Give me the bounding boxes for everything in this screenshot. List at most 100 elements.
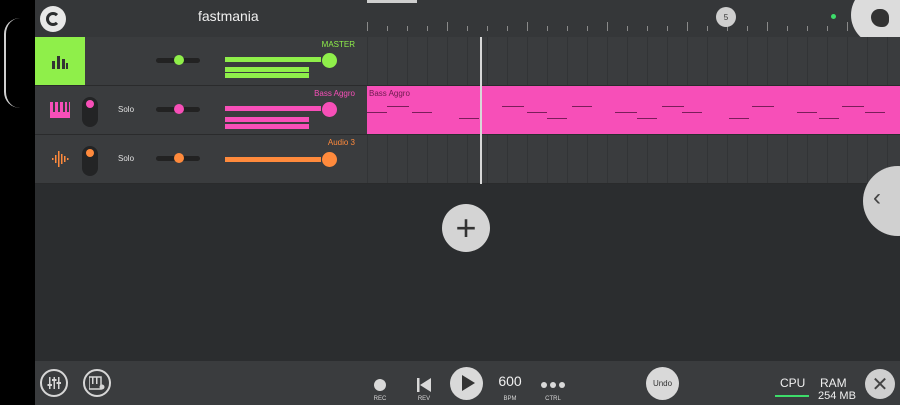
ruler-tick (707, 26, 708, 31)
volume-slider-audio-3[interactable] (225, 149, 337, 179)
track-bass-aggro[interactable]: Solo Bass Aggro (35, 86, 367, 135)
volume-knob[interactable] (322, 102, 337, 117)
plus-icon: + (455, 207, 477, 248)
bpm-control[interactable]: 600 BPM (490, 365, 530, 403)
play-button[interactable] (450, 367, 483, 400)
ruler-tick (547, 26, 548, 31)
note-segment (387, 106, 409, 107)
ruler-tick (647, 26, 648, 31)
ruler-tick (607, 22, 608, 31)
ruler-tick (567, 26, 568, 31)
skip-back-icon (417, 378, 431, 392)
ruler-tick (407, 26, 408, 31)
volume-bar (225, 106, 321, 111)
project-title[interactable]: fastmania (198, 8, 259, 24)
close-icon: ✕ (871, 373, 889, 396)
pattern-clip[interactable]: Bass Aggro (367, 86, 900, 134)
playhead[interactable] (480, 37, 482, 184)
pan-slider-audio-3[interactable] (156, 153, 200, 163)
track-icon-audio-3[interactable] (35, 135, 85, 183)
track-icon-master[interactable] (35, 37, 85, 85)
track-icon-bass-aggro[interactable] (35, 86, 85, 134)
volume-slider-bass-aggro[interactable] (225, 100, 337, 130)
pan-knob[interactable] (174, 55, 184, 65)
ruler-tick (847, 22, 848, 31)
note-segment (502, 106, 524, 107)
ctrl-button[interactable]: CTRL (533, 365, 573, 403)
note-segment (752, 106, 774, 107)
ruler-tick (827, 26, 828, 31)
ruler-tick (447, 22, 448, 31)
lane-master[interactable] (367, 37, 900, 86)
add-track-button[interactable]: + (442, 204, 490, 252)
ruler-tick (687, 22, 688, 31)
note-segment (637, 118, 657, 119)
instrument-settings-button[interactable] (83, 369, 111, 397)
timeline-ruler[interactable] (367, 0, 900, 37)
note-segment (729, 118, 749, 119)
ruler-tick (587, 26, 588, 31)
sync-indicator (831, 14, 836, 19)
app-menu-button[interactable] (40, 6, 66, 32)
record-icon (374, 379, 386, 391)
track-master[interactable]: MASTER (35, 37, 367, 86)
note-segment (572, 106, 592, 107)
volume-knob[interactable] (322, 152, 337, 167)
ruler-tick (367, 22, 368, 31)
track-name[interactable]: Audio 3 (328, 138, 355, 147)
rewind-button[interactable]: REV (404, 365, 444, 403)
track-name[interactable]: Bass Aggro (314, 89, 355, 98)
mute-toggle[interactable] (82, 97, 98, 127)
level-meter (225, 67, 309, 72)
solo-button[interactable]: Solo (118, 154, 134, 163)
cpu-label: CPU (780, 376, 806, 390)
mute-toggle[interactable] (82, 146, 98, 176)
level-meter (225, 124, 309, 129)
pan-knob[interactable] (174, 153, 184, 163)
pan-knob[interactable] (174, 104, 184, 114)
piano-keys-icon (50, 102, 70, 118)
piano-gear-icon (89, 376, 105, 390)
mixer-bars-icon (52, 56, 68, 69)
bpm-value: 600 (498, 373, 522, 389)
ruler-tick (427, 26, 428, 31)
transport-bar: REC REV 600 BPM CTRL Undo CPU RAM 254 MB (35, 361, 900, 405)
timeline-marker[interactable]: 5 (716, 7, 736, 27)
track-name[interactable]: MASTER (322, 40, 355, 49)
note-segment (865, 112, 885, 113)
mixer-button[interactable] (40, 369, 68, 397)
note-segment (547, 118, 567, 119)
note-segment (662, 106, 684, 107)
track-audio-3[interactable]: Solo Audio 3 (35, 135, 367, 184)
level-meter (225, 73, 309, 78)
ruler-tick (747, 26, 748, 31)
lane-audio-3[interactable] (367, 135, 900, 184)
note-segment (819, 118, 839, 119)
waveform-icon (52, 151, 69, 167)
close-button[interactable]: ✕ (865, 369, 895, 399)
ruler-tick (627, 26, 628, 31)
chevron-left-icon: ‹ (873, 184, 881, 211)
ram-label: RAM (820, 376, 847, 390)
ruler-tick (527, 22, 528, 31)
ruler-tick (787, 26, 788, 31)
record-button[interactable]: REC (360, 365, 400, 403)
fl-logo-icon (46, 12, 60, 26)
ram-value: 254 MB (818, 390, 856, 402)
solo-button[interactable]: Solo (118, 105, 134, 114)
play-icon (462, 375, 475, 391)
rewind-label: REV (417, 396, 431, 402)
note-segment (367, 112, 387, 113)
volume-knob[interactable] (322, 53, 337, 68)
note-segment (412, 112, 432, 113)
pan-slider-bass-aggro[interactable] (156, 104, 200, 114)
ruler-tick (467, 26, 468, 31)
mute-indicator (86, 100, 94, 108)
volume-bar (225, 57, 321, 62)
pan-slider-master[interactable] (156, 55, 200, 65)
undo-button[interactable]: Undo (646, 367, 679, 400)
volume-slider-master[interactable] (225, 51, 337, 81)
bpm-label: BPM (503, 396, 517, 402)
loop-region[interactable] (367, 0, 417, 3)
ctrl-label: CTRL (545, 396, 561, 402)
